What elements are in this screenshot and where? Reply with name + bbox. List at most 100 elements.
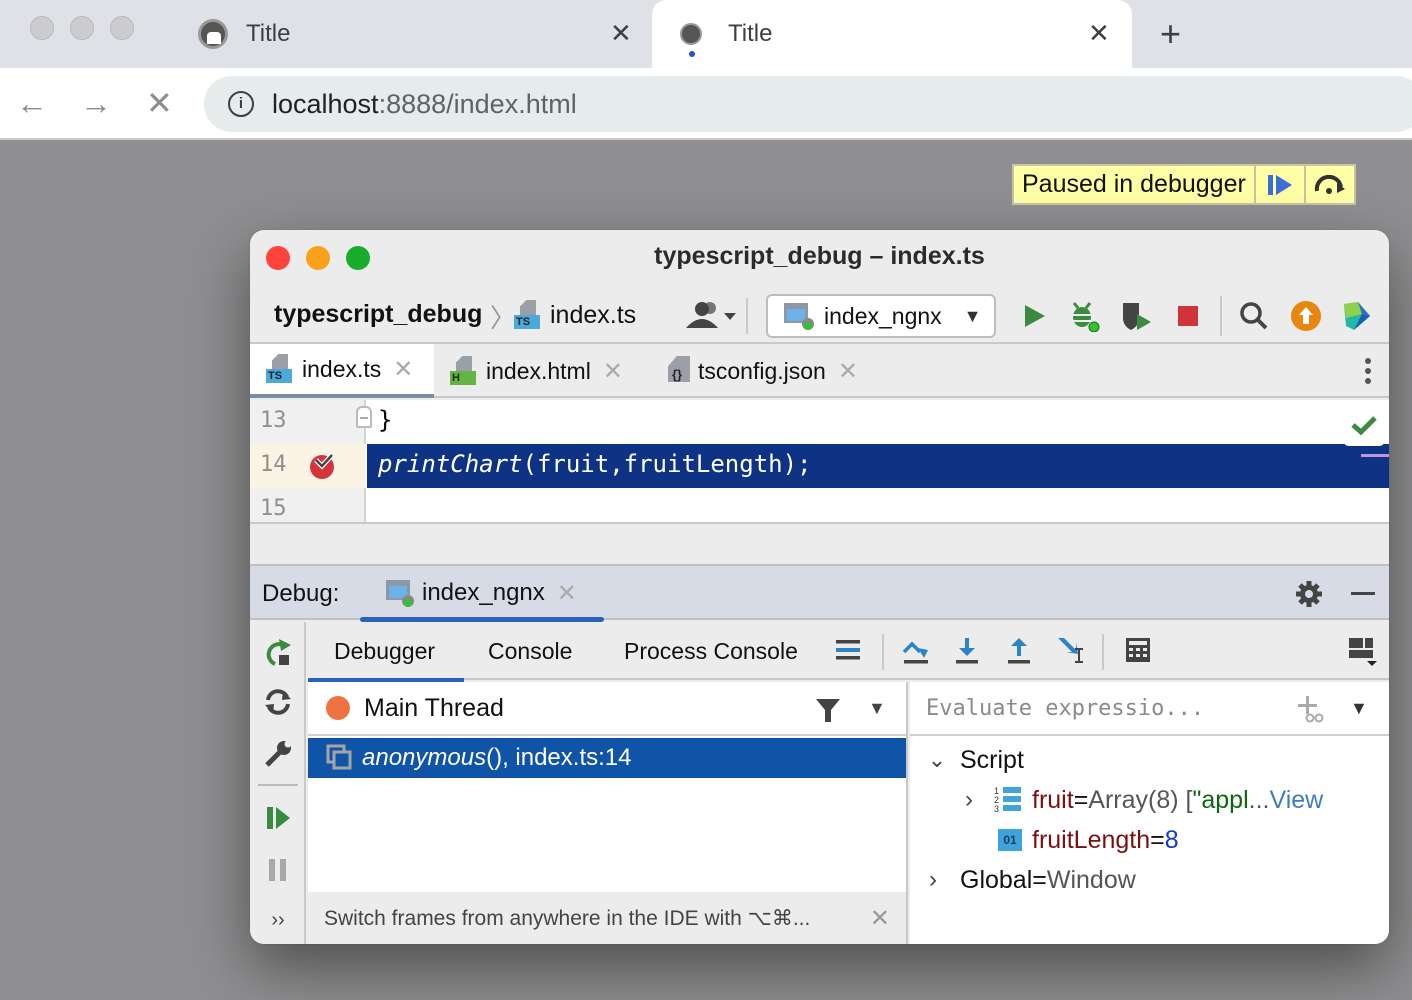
close-tab-icon[interactable]: ✕: [603, 357, 623, 386]
run-icon: [1025, 305, 1045, 327]
pause-program-button[interactable]: [262, 854, 294, 886]
step-into-button[interactable]: [952, 636, 982, 671]
ide-window-title: typescript_debug – index.ts: [654, 242, 985, 270]
refresh-icon: [265, 689, 291, 715]
frame-text: anonymous(), index.ts:14: [362, 744, 631, 772]
variable-value: 8: [1164, 825, 1179, 854]
editor-bottom-area: [250, 524, 1389, 566]
equals-sign: =: [1150, 825, 1165, 854]
close-tab-icon[interactable]: ✕: [838, 357, 858, 386]
breadcrumb-file[interactable]: TS index.ts: [514, 300, 636, 330]
ide-navigation-bar: typescript_debug 〉 TS index.ts index_ngn…: [250, 286, 1389, 344]
back-arrow-icon[interactable]: ←: [16, 86, 48, 120]
variable-ellipsis: ...: [1248, 785, 1270, 814]
html-file-icon: H: [450, 356, 478, 386]
run-to-cursor-button[interactable]: [1056, 636, 1086, 671]
scope-script[interactable]: ⌄ Script: [922, 740, 1024, 780]
variable-fruitLength[interactable]: 01 fruitLength = 8: [998, 820, 1179, 860]
window-close-button[interactable]: [30, 16, 54, 40]
editor-tab-tsconfig-json[interactable]: {} tsconfig.json ✕: [646, 344, 876, 398]
evaluate-expression-button[interactable]: [1124, 636, 1152, 669]
code-text: printChart(fruit,fruitLength);: [378, 450, 811, 478]
stop-loading-icon[interactable]: ✕: [146, 86, 173, 120]
subtab-console[interactable]: Console: [488, 622, 572, 680]
variable-name: fruit: [1032, 785, 1074, 814]
typescript-file-icon: TS: [266, 354, 294, 384]
variable-fruit[interactable]: › 123 fruit = Array(8) [ "appl ... View: [954, 780, 1323, 820]
close-tab-icon[interactable]: ✕: [610, 18, 632, 49]
breadcrumb-project[interactable]: typescript_debug: [274, 300, 482, 329]
url-path: :8888/index.html: [378, 88, 577, 119]
subtab-process-console[interactable]: Process Console: [624, 622, 798, 680]
step-over-button[interactable]: [900, 636, 930, 671]
filter-button[interactable]: [814, 696, 842, 729]
show-execution-point-button[interactable]: [834, 638, 862, 667]
step-over-button[interactable]: [1303, 166, 1354, 203]
resume-program-button[interactable]: [262, 802, 294, 834]
json-file-icon: {}: [662, 356, 690, 386]
stop-icon: [1178, 306, 1198, 326]
stop-button[interactable]: [1172, 300, 1204, 332]
rerun-button[interactable]: [262, 636, 294, 668]
chevron-right-icon[interactable]: ›: [954, 786, 984, 814]
url-host: localhost: [272, 88, 379, 119]
scope-global[interactable]: › Global = Window: [918, 860, 1136, 900]
editor-tabs: TS index.ts ✕ H index.html ✕ {} tsconfig…: [250, 344, 1389, 398]
subtab-debugger[interactable]: Debugger: [308, 622, 464, 682]
chevron-down-icon[interactable]: ▼: [1350, 698, 1368, 719]
debug-button[interactable]: [1068, 300, 1100, 332]
editor-tab-index-html[interactable]: H index.html ✕: [434, 344, 634, 398]
jetbrains-toolbox-button[interactable]: [1340, 300, 1372, 332]
fold-marker-icon[interactable]: [356, 406, 372, 428]
run-configuration-selector[interactable]: index_ngnx ▼: [766, 294, 996, 338]
stack-frame-selected[interactable]: anonymous(), index.ts:14: [308, 738, 906, 778]
address-bar[interactable]: i localhost:8888/index.html: [204, 76, 1412, 132]
debug-tool-window-header: Debug: index_ngnx ✕: [250, 566, 1389, 622]
run-button[interactable]: [1018, 300, 1050, 332]
close-tab-icon[interactable]: ✕: [557, 579, 577, 608]
chevron-down-icon[interactable]: ▼: [868, 698, 886, 719]
close-hint-icon[interactable]: ✕: [870, 904, 890, 933]
more-actions-chevron-icon[interactable]: ››: [262, 904, 294, 936]
debug-session-tab[interactable]: index_ngnx ✕: [360, 566, 604, 622]
refresh-button[interactable]: [262, 686, 294, 718]
inspection-status[interactable]: [1343, 404, 1385, 446]
close-tab-icon[interactable]: ✕: [393, 355, 413, 384]
minimize-icon[interactable]: [1351, 592, 1375, 595]
evaluate-expression-field[interactable]: Evaluate expressio... ▼: [910, 682, 1389, 736]
view-link[interactable]: View: [1269, 786, 1323, 815]
frames-hint-bar: Switch frames from anywhere in the IDE w…: [308, 892, 906, 944]
toolbar-separator: [258, 784, 298, 786]
update-button[interactable]: [1290, 300, 1322, 332]
browser-tab[interactable]: Title ✕: [170, 0, 650, 68]
web-run-config-icon: [386, 580, 414, 607]
step-out-button[interactable]: [1004, 636, 1034, 671]
search-everywhere-button[interactable]: [1238, 300, 1270, 332]
window-zoom-button[interactable]: [110, 16, 134, 40]
settings-button[interactable]: [1295, 580, 1323, 613]
thread-selector[interactable]: Main Thread ▼: [308, 682, 906, 736]
breakpoint-icon[interactable]: [308, 450, 338, 485]
function-name: printChart: [378, 450, 523, 478]
resume-button[interactable]: [1253, 166, 1304, 203]
chevron-expanded-icon[interactable]: ⌄: [922, 747, 952, 773]
add-watch-button[interactable]: [1296, 694, 1326, 729]
chevron-right-icon[interactable]: ›: [918, 866, 948, 894]
window-minimize-button[interactable]: [70, 16, 94, 40]
code-editor[interactable]: 13 } 14 printChart(fruit,fruitLength); 1…: [250, 400, 1389, 524]
equals-sign: =: [1032, 865, 1047, 894]
code-with-me-button[interactable]: [682, 300, 738, 335]
browser-tab-active[interactable]: Title ✕: [652, 0, 1132, 68]
filter-icon: [816, 699, 840, 722]
forward-arrow-icon[interactable]: →: [80, 86, 112, 120]
more-options-icon[interactable]: [1365, 358, 1371, 388]
editor-tab-index-ts[interactable]: TS index.ts ✕: [250, 344, 434, 398]
new-tab-button[interactable]: +: [1160, 14, 1181, 54]
run-with-coverage-button[interactable]: [1120, 300, 1152, 332]
layout-settings-button[interactable]: [1347, 636, 1377, 673]
site-info-icon[interactable]: i: [228, 91, 254, 117]
scrollbar-marker: [1361, 454, 1389, 457]
close-tab-icon[interactable]: ✕: [1088, 18, 1110, 49]
settings-wrench-button[interactable]: [262, 738, 294, 770]
bug-icon: [1072, 302, 1100, 332]
